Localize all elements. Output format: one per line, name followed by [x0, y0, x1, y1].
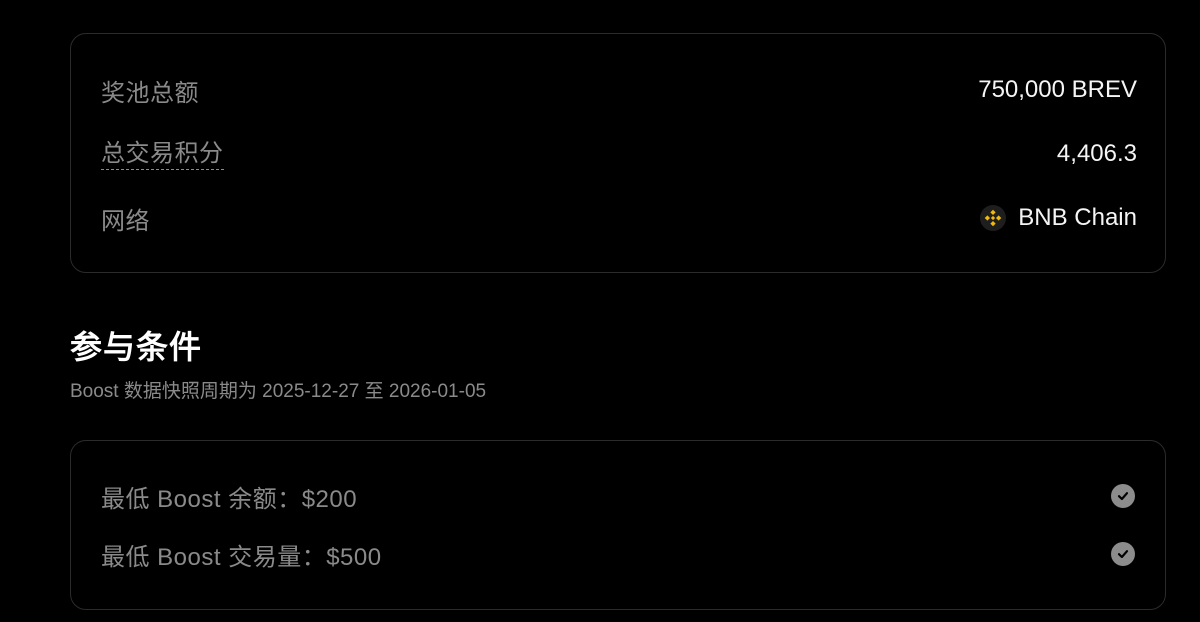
network-name: BNB Chain [1018, 204, 1137, 231]
network-label: 网络 [101, 207, 150, 235]
check-circle-icon [1111, 542, 1135, 566]
conditions-subtitle: Boost 数据快照周期为 2025-12-27 至 2026-01-05 [70, 381, 487, 402]
trading-points-row: 总交易积分 4,406.3 [101, 134, 1137, 174]
trading-points-value: 4,406.3 [1056, 140, 1137, 167]
pool-total-row: 奖池总额 750,000 BREV [101, 70, 1137, 110]
pool-info-card: 奖池总额 750,000 BREV 总交易积分 4,406.3 网络 BNB C… [70, 33, 1166, 273]
bnb-chain-icon [980, 205, 1007, 231]
condition-item: 最低 Boost 余额：$200 [101, 476, 1135, 516]
conditions-title: 参与条件 [70, 329, 203, 365]
network-value: BNB Chain [980, 204, 1137, 232]
condition-label: 最低 Boost 交易量：$500 [101, 543, 382, 571]
condition-item: 最低 Boost 交易量：$500 [101, 534, 1135, 574]
conditions-card: 最低 Boost 余额：$200 最低 Boost 交易量：$500 [70, 440, 1166, 610]
pool-total-value: 750,000 BREV [978, 76, 1137, 103]
network-row: 网络 BNB Chain [101, 198, 1137, 238]
pool-total-label: 奖池总额 [101, 79, 199, 107]
condition-label: 最低 Boost 余额：$200 [101, 485, 358, 513]
check-circle-icon [1111, 484, 1135, 508]
trading-points-label[interactable]: 总交易积分 [101, 139, 224, 170]
